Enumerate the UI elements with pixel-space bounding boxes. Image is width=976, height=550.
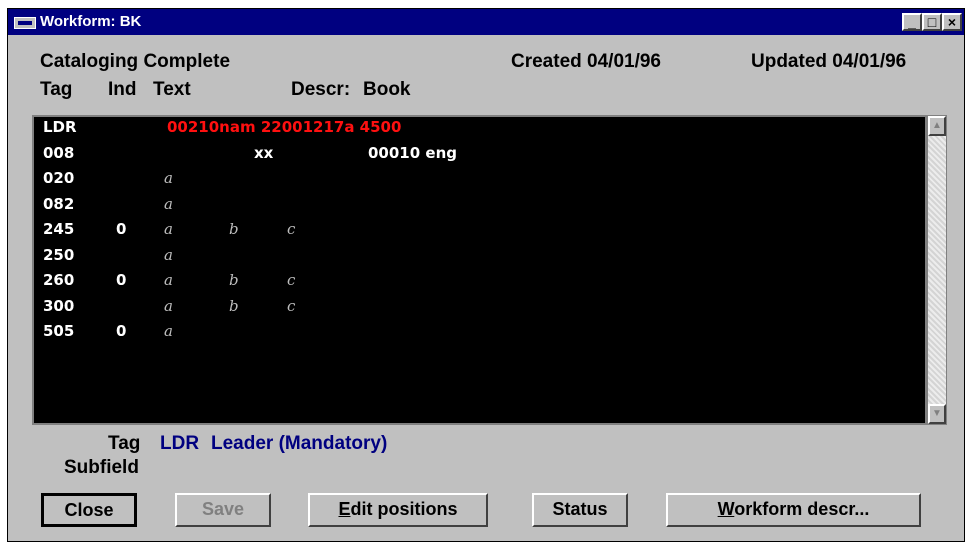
subfield-code[interactable]: c — [287, 220, 295, 238]
subfield-code[interactable]: a — [164, 271, 173, 289]
window-title: Workform: BK — [40, 13, 142, 30]
close-window-button[interactable]: × — [942, 13, 962, 31]
subfield-code[interactable]: b — [229, 271, 239, 289]
app-icon[interactable] — [14, 17, 36, 29]
subfield-code[interactable]: b — [229, 297, 239, 315]
scroll-up-arrow-icon[interactable]: ▲ — [928, 116, 946, 136]
edit-positions-mnemonic: E — [338, 499, 351, 519]
info-subfield-label: Subfield — [64, 457, 139, 478]
column-header-tag: Tag — [40, 79, 73, 100]
subfield-code[interactable]: a — [164, 220, 173, 238]
subfield-code[interactable]: a — [164, 195, 173, 213]
marc-record-list[interactable]: LDR 00210nam 22001217a 4500 008 xx 00010 eng… — [32, 115, 927, 425]
leader-value: 00210nam 22001217a 4500 — [167, 118, 402, 136]
maximize-button[interactable]: □ — [922, 13, 942, 31]
record-indicator: 0 — [116, 220, 127, 238]
minimize-button[interactable]: _ — [902, 13, 922, 31]
updated-date: Updated 04/01/96 — [751, 51, 907, 72]
workform-descr-label: orkform descr... — [734, 499, 870, 519]
record-tag: 008 — [43, 143, 75, 162]
record-tag: 245 — [43, 220, 75, 238]
column-header-text: Text — [153, 79, 191, 100]
info-tag-label: Tag — [108, 433, 141, 454]
subfield-code[interactable]: a — [164, 246, 173, 264]
fixed-field-value: xx — [254, 143, 274, 162]
cataloging-status: Cataloging Complete — [40, 51, 231, 72]
record-tag: 300 — [43, 296, 75, 315]
edit-positions-button[interactable]: Edit positions — [308, 493, 488, 527]
status-button[interactable]: Status — [532, 493, 628, 527]
subfield-code[interactable]: c — [287, 297, 295, 315]
record-tag: 020 — [43, 169, 75, 187]
scroll-down-arrow-icon[interactable]: ▼ — [928, 404, 946, 424]
workform-descr-button[interactable]: Workform descr... — [666, 493, 921, 527]
column-header-ind: Ind — [108, 79, 137, 100]
fixed-field-language: 00010 eng — [368, 143, 457, 162]
title-bar[interactable]: Workform: BK _ □ × — [8, 9, 964, 35]
record-indicator: 0 — [116, 271, 127, 289]
edit-positions-label: dit positions — [350, 499, 458, 519]
workform-descr-mnemonic: W — [717, 499, 735, 519]
info-tag-value: LDR — [160, 433, 200, 454]
subfield-code[interactable]: b — [229, 220, 239, 238]
workform-window: Workform: BK _ □ × Cataloging Complete C… — [7, 8, 965, 542]
subfield-code[interactable]: a — [164, 297, 173, 315]
subfield-code[interactable]: c — [287, 271, 295, 289]
record-tag: LDR — [43, 118, 77, 136]
record-tag: 505 — [43, 322, 75, 340]
subfield-code[interactable]: a — [164, 169, 173, 187]
subfield-code[interactable]: a — [164, 322, 173, 340]
record-tag: 260 — [43, 271, 75, 289]
descr-label: Descr: — [291, 79, 351, 100]
info-tag-description: Leader (Mandatory) — [211, 433, 388, 454]
record-tag: 082 — [43, 194, 75, 213]
record-tag: 250 — [43, 245, 75, 264]
save-button[interactable]: Save — [175, 493, 271, 527]
vertical-scrollbar[interactable]: ▲ ▼ — [927, 115, 947, 425]
descr-value: Book — [363, 79, 411, 100]
record-indicator: 0 — [116, 322, 127, 340]
created-date: Created 04/01/96 — [511, 51, 661, 72]
close-button[interactable]: Close — [41, 493, 137, 527]
